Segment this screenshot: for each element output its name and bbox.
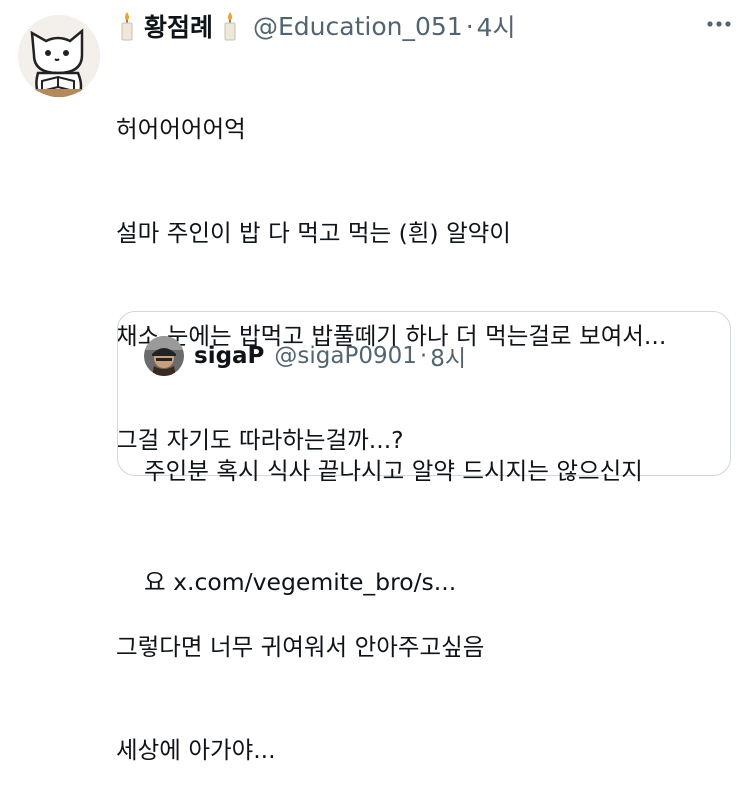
author-handle[interactable]: @Education_051 bbox=[253, 12, 463, 41]
tweet-timestamp[interactable]: 4시 bbox=[477, 8, 516, 44]
quoted-tweet-line: 요 x.com/vegemite_bro/s... bbox=[144, 568, 457, 596]
quoted-tweet-timestamp[interactable]: 8시 bbox=[430, 339, 466, 373]
tweet-line: 설마 주인이 밥 다 먹고 먹는 (흰) 알약이 bbox=[116, 218, 511, 247]
author-avatar[interactable] bbox=[18, 15, 100, 97]
author-name[interactable]: 황점례 bbox=[144, 8, 213, 44]
quoted-author-avatar[interactable] bbox=[144, 336, 184, 376]
quoted-tweet-header: sigaP @sigaP0901 · 8시 bbox=[144, 336, 466, 376]
person-with-cap-avatar-icon bbox=[144, 336, 184, 376]
separator-dot: · bbox=[419, 343, 428, 369]
candle-emoji-icon bbox=[121, 12, 133, 41]
quoted-author-name[interactable]: sigaP bbox=[194, 343, 264, 369]
quoted-tweet-line: 주인분 혹시 식사 끝나시고 알약 드시지는 않으신지 bbox=[144, 457, 643, 485]
candle-emoji-icon bbox=[224, 12, 236, 41]
more-options-icon[interactable] bbox=[706, 14, 732, 34]
quoted-author-handle[interactable]: @sigaP0901 bbox=[274, 343, 416, 369]
cat-reading-book-avatar-icon bbox=[18, 15, 100, 97]
tweet-header: 황점례 @Education_051 · 4시 bbox=[116, 6, 516, 46]
tweet-line: 세상에 아가야... bbox=[116, 736, 276, 764]
separator-dot: · bbox=[465, 11, 474, 41]
quoted-tweet-card[interactable]: sigaP @sigaP0901 · 8시 주인분 혹시 식사 끝나시고 알약 … bbox=[117, 311, 731, 596]
tweet-line: 허어어어어억 bbox=[116, 115, 246, 143]
quoted-tweet-text: 주인분 혹시 식사 끝나시고 알약 드시지는 않으신지 요 x.com/vege… bbox=[144, 379, 643, 675]
